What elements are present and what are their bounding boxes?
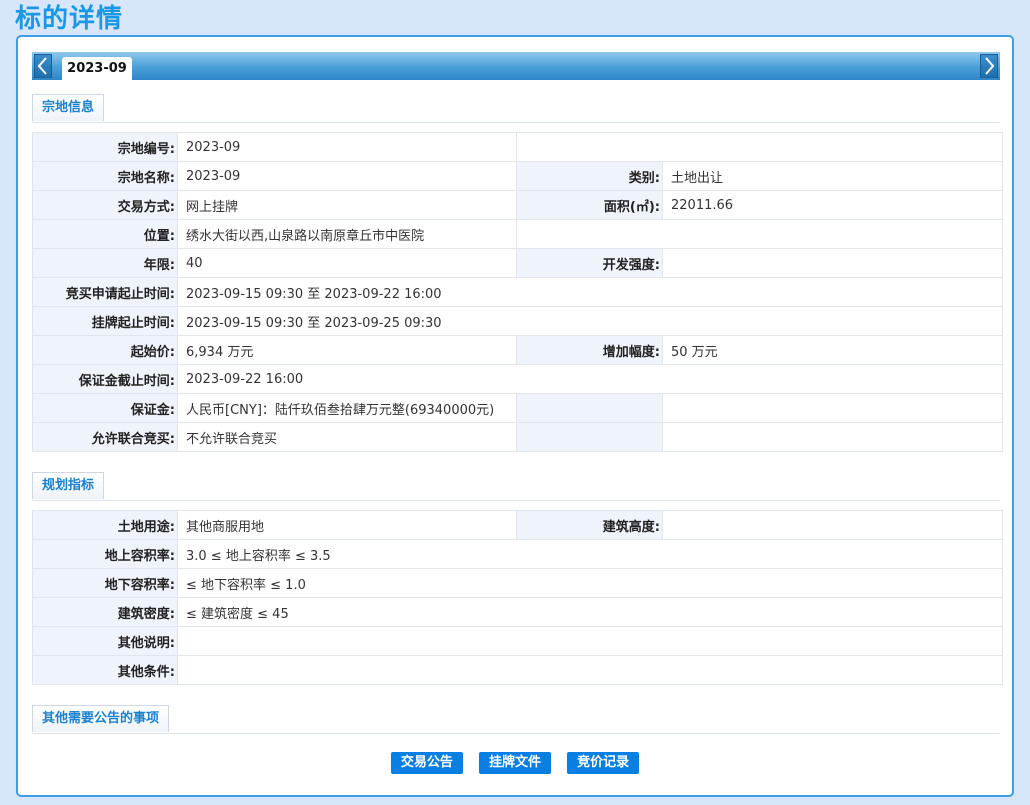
parcel-name-label: 宗地名称:	[32, 161, 178, 191]
land-info-table: 宗地编号: 2023-09 宗地名称: 2023-09 类别: 土地出让 交易方…	[32, 132, 1003, 452]
tab-scroll-right-button[interactable]	[980, 54, 998, 78]
table-row: 地上容积率: 3.0 ≤ 地上容积率 ≤ 3.5	[32, 539, 1003, 569]
deposit-deadline-label: 保证金截止时间:	[32, 364, 178, 394]
category-label: 类别:	[516, 161, 663, 191]
above-far-value: 3.0 ≤ 地上容积率 ≤ 3.5	[177, 539, 1003, 569]
table-row: 保证金截止时间: 2023-09-22 16:00	[32, 364, 1003, 394]
parcel-no-label: 宗地编号:	[32, 132, 178, 162]
area-value: 22011.66	[662, 190, 1003, 220]
below-far-value: ≤ 地下容积率 ≤ 1.0	[177, 568, 1003, 598]
table-row: 其他条件:	[32, 655, 1003, 685]
table-row: 允许联合竞买: 不允许联合竞买	[32, 422, 1003, 452]
dev-intensity-label: 开发强度:	[516, 248, 663, 278]
tab-scroll-left-button[interactable]	[34, 54, 52, 78]
deposit-label: 保证金:	[32, 393, 178, 423]
below-far-label: 地下容积率:	[32, 568, 178, 598]
land-use-label: 土地用途:	[32, 510, 178, 540]
page-title: 标的详情	[15, 4, 124, 34]
other-notes-value	[177, 626, 1003, 656]
empty-cell	[516, 132, 1003, 162]
joint-bid-value: 不允许联合竞买	[177, 422, 517, 452]
empty-label-cell	[516, 393, 663, 423]
density-label: 建筑密度:	[32, 597, 178, 627]
other-conditions-label: 其他条件:	[32, 655, 178, 685]
area-label: 面积(㎡):	[516, 190, 663, 220]
dev-intensity-value	[662, 248, 1003, 278]
table-row: 竞买申请起止时间: 2023-09-15 09:30 至 2023-09-22 …	[32, 277, 1003, 307]
location-value: 绣水大街以西,山泉路以南原章丘市中医院	[177, 219, 517, 249]
empty-cell	[662, 422, 1003, 452]
section-other-matters: 其他需要公告的事项	[32, 705, 1000, 734]
planning-table: 土地用途: 其他商服用地 建筑高度: 地上容积率: 3.0 ≤ 地上容积率 ≤ …	[32, 510, 1003, 685]
tab-bar: 2023-09	[32, 52, 1000, 80]
apply-period-value: 2023-09-15 09:30 至 2023-09-22 16:00	[177, 277, 1003, 307]
table-row: 位置: 绣水大街以西,山泉路以南原章丘市中医院	[32, 219, 1003, 249]
empty-cell	[662, 393, 1003, 423]
listing-period-label: 挂牌起止时间:	[32, 306, 178, 336]
section-planning-title: 规划指标	[32, 472, 105, 499]
start-price-value: 6,934 万元	[177, 335, 517, 365]
table-row: 挂牌起止时间: 2023-09-15 09:30 至 2023-09-25 09…	[32, 306, 1003, 336]
section-planning: 规划指标	[32, 472, 1000, 501]
term-label: 年限:	[32, 248, 178, 278]
bid-records-button[interactable]: 竞价记录	[567, 752, 640, 774]
section-land-info: 宗地信息	[32, 94, 1000, 123]
listing-period-value: 2023-09-15 09:30 至 2023-09-25 09:30	[177, 306, 1003, 336]
table-row: 其他说明:	[32, 626, 1003, 656]
table-row: 土地用途: 其他商服用地 建筑高度:	[32, 510, 1003, 540]
section-other-matters-title: 其他需要公告的事项	[32, 705, 170, 732]
parcel-no-value: 2023-09	[177, 132, 517, 162]
trade-method-label: 交易方式:	[32, 190, 178, 220]
increment-value: 50 万元	[662, 335, 1003, 365]
table-row: 交易方式: 网上挂牌 面积(㎡): 22011.66	[32, 190, 1003, 220]
other-notes-label: 其他说明:	[32, 626, 178, 656]
chevron-left-icon	[37, 57, 47, 75]
detail-panel: 2023-09 宗地信息 宗地编号: 2023-09 宗地名称: 2023-09…	[16, 35, 1014, 797]
other-conditions-value	[177, 655, 1003, 685]
empty-label-cell	[516, 422, 663, 452]
density-value: ≤ 建筑密度 ≤ 45	[177, 597, 1003, 627]
trade-method-value: 网上挂牌	[177, 190, 517, 220]
table-row: 宗地编号: 2023-09	[32, 132, 1003, 162]
table-row: 建筑密度: ≤ 建筑密度 ≤ 45	[32, 597, 1003, 627]
table-row: 年限: 40 开发强度:	[32, 248, 1003, 278]
announcement-button[interactable]: 交易公告	[390, 752, 463, 774]
action-buttons: 交易公告 挂牌文件 竞价记录	[18, 752, 1012, 774]
parcel-name-value: 2023-09	[177, 161, 517, 191]
table-row: 地下容积率: ≤ 地下容积率 ≤ 1.0	[32, 568, 1003, 598]
building-height-label: 建筑高度:	[516, 510, 663, 540]
table-row: 宗地名称: 2023-09 类别: 土地出让	[32, 161, 1003, 191]
table-row: 保证金: 人民币[CNY]：陆仟玖佰叁拾肆万元整(69340000元)	[32, 393, 1003, 423]
term-value: 40	[177, 248, 517, 278]
above-far-label: 地上容积率:	[32, 539, 178, 569]
deposit-value: 人民币[CNY]：陆仟玖佰叁拾肆万元整(69340000元)	[177, 393, 517, 423]
start-price-label: 起始价:	[32, 335, 178, 365]
land-use-value: 其他商服用地	[177, 510, 517, 540]
category-value: 土地出让	[662, 161, 1003, 191]
table-row: 起始价: 6,934 万元 增加幅度: 50 万元	[32, 335, 1003, 365]
chevron-right-icon	[985, 57, 995, 75]
empty-cell	[516, 219, 1003, 249]
joint-bid-label: 允许联合竞买:	[32, 422, 178, 452]
section-land-info-title: 宗地信息	[32, 94, 105, 121]
increment-label: 增加幅度:	[516, 335, 663, 365]
building-height-value	[662, 510, 1003, 540]
location-label: 位置:	[32, 219, 178, 249]
apply-period-label: 竞买申请起止时间:	[32, 277, 178, 307]
listing-docs-button[interactable]: 挂牌文件	[478, 752, 551, 774]
deposit-deadline-value: 2023-09-22 16:00	[177, 364, 1003, 394]
tab-parcel[interactable]: 2023-09	[62, 57, 132, 80]
